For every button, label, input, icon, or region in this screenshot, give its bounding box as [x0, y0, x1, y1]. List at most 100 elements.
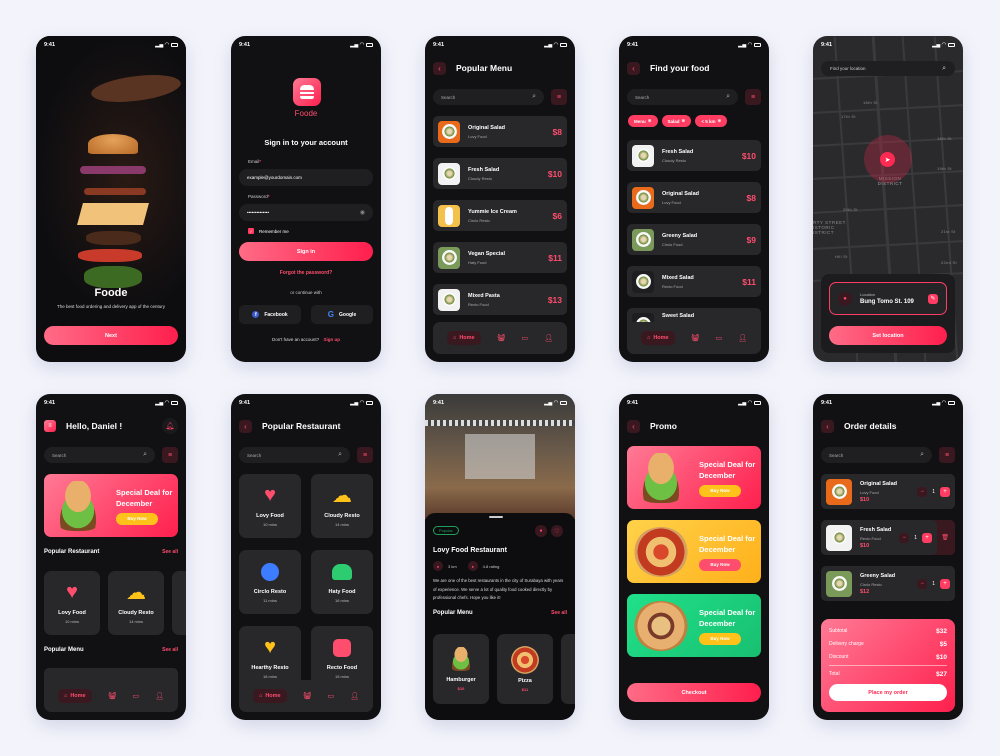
search-input[interactable]: Search ⌕	[239, 447, 350, 463]
google-button[interactable]: G Google	[311, 305, 373, 324]
close-icon[interactable]: ⊗	[648, 118, 652, 124]
see-all-link[interactable]: See all	[551, 610, 567, 616]
order-item[interactable]: Greeny Salad Circlo Resto $12 −1 +	[821, 566, 955, 601]
nav-chat-icon[interactable]: ▭	[132, 692, 139, 700]
restaurant-card-partial[interactable]	[172, 571, 186, 635]
filter-button[interactable]: ≡	[162, 447, 178, 463]
chip-menu[interactable]: Menu ⊗	[628, 115, 658, 127]
food-item[interactable]: Greeny Salad Circlo Food $9	[627, 224, 761, 255]
eye-icon[interactable]: ◉	[360, 209, 365, 216]
back-button[interactable]: ‹	[821, 419, 834, 433]
nav-profile-icon[interactable]: 👤︎	[544, 334, 553, 342]
menu-card[interactable]: Hamburger $10	[433, 634, 489, 704]
nav-basket-icon[interactable]: 🧺︎	[497, 334, 506, 342]
location-icon[interactable]: ●	[535, 525, 547, 537]
food-item[interactable]: Mixed Salad Recto Food $11	[627, 266, 761, 297]
signin-button[interactable]: Sign in	[239, 242, 373, 261]
promo-card[interactable]: Special Deal for December Buy Now	[627, 446, 761, 509]
checkout-button[interactable]: Checkout	[627, 683, 761, 702]
menu-card[interactable]: Pizza $11	[497, 634, 553, 704]
restaurant-card[interactable]: Circlo Resto 11 mins	[239, 550, 301, 614]
next-button[interactable]: Next	[44, 326, 178, 345]
nav-home[interactable]: ⌂ Home	[446, 331, 481, 345]
nav-home[interactable]: ⌂ Home	[252, 689, 287, 703]
menu-item[interactable]: Original Salad Lovy Food $8	[433, 116, 567, 147]
increase-button[interactable]: +	[922, 532, 932, 543]
forgot-password-link[interactable]: Forgot the password?	[231, 270, 381, 276]
notification-bell-icon[interactable]: 🔔︎	[162, 418, 178, 434]
nav-chat-icon[interactable]: ▭	[521, 334, 528, 342]
buy-now-button[interactable]: Buy Now	[699, 484, 741, 497]
nav-basket-icon[interactable]: 🧺︎	[108, 692, 117, 700]
nav-basket-icon[interactable]: 🧺︎	[691, 334, 700, 342]
order-item[interactable]: Fresh Salad Recto Food $10 −1 +	[821, 520, 937, 555]
signup-link[interactable]: Sign up	[323, 337, 340, 342]
restaurant-card[interactable]: ☁ Cloudy Resto 14 mins	[311, 474, 373, 538]
promo-card[interactable]: Special Deal for December Buy Now	[627, 594, 761, 657]
password-field[interactable]: •••••••••••••• ◉	[239, 204, 373, 221]
menu-item[interactable]: Vegan Special Haty Food $11	[433, 242, 567, 273]
chip-salad[interactable]: Salad ⊗	[661, 115, 692, 127]
chip-distance[interactable]: < 5 km ⊗	[695, 115, 728, 127]
nav-profile-icon[interactable]: 👤︎	[155, 692, 164, 700]
nav-chat-icon[interactable]: ▭	[327, 692, 334, 700]
menu-item[interactable]: Yummie Ice Cream Circlo Resto $6	[433, 200, 567, 231]
search-input[interactable]: Search ⌕	[821, 447, 932, 463]
checkbox-icon[interactable]: ✓	[248, 228, 254, 234]
drag-handle[interactable]	[489, 516, 503, 518]
restaurant-card[interactable]: ♥ Lovy Food 10 mins	[239, 474, 301, 538]
nav-profile-icon[interactable]: 👤︎	[350, 692, 359, 700]
edit-icon[interactable]: ✎	[928, 293, 938, 304]
filter-button[interactable]: ≡	[357, 447, 373, 463]
promo-banner[interactable]: Special Deal for December Buy Now	[44, 474, 178, 537]
remember-checkbox[interactable]: ✓ Remember me	[248, 228, 289, 234]
trash-icon[interactable]: 🗑︎	[941, 534, 949, 541]
close-icon[interactable]: ⊗	[717, 118, 721, 124]
filter-button[interactable]: ≡	[551, 89, 567, 105]
food-item[interactable]: Original Salad Lovy Food $8	[627, 182, 761, 213]
buy-now-button[interactable]: Buy Now	[699, 632, 741, 645]
increase-button[interactable]: +	[940, 578, 950, 589]
nav-profile-icon[interactable]: 👤︎	[738, 334, 747, 342]
buy-now-button[interactable]: Buy Now	[116, 512, 158, 525]
nav-basket-icon[interactable]: 🧺︎	[303, 692, 312, 700]
restaurant-card[interactable]: ♥ Lovy Food 10 mins	[44, 571, 100, 635]
nav-home[interactable]: ⌂ Home	[57, 689, 92, 703]
back-button[interactable]: ‹	[239, 419, 252, 433]
restaurant-card[interactable]: Haty Food 16 mins	[311, 550, 373, 614]
back-button[interactable]: ‹	[627, 419, 640, 433]
search-input[interactable]: Search ⌕	[433, 89, 544, 105]
buy-now-button[interactable]: Buy Now	[699, 558, 741, 571]
menu-item[interactable]: Fresh Salad Cloudy Resto $10	[433, 158, 567, 189]
close-icon[interactable]: ⊗	[682, 118, 686, 124]
set-location-button[interactable]: Set location	[829, 326, 947, 345]
location-card[interactable]: ● Location Bung Tomo St. 109 ✎	[829, 282, 947, 315]
back-button[interactable]: ‹	[627, 61, 640, 75]
place-order-button[interactable]: Place my order	[829, 684, 947, 701]
email-field[interactable]: example@yourdomain.com	[239, 169, 373, 186]
bottom-nav: ⌂ Home 🧺︎ ▭ 👤︎	[239, 680, 373, 712]
favorite-icon[interactable]: ♡	[551, 525, 563, 537]
decrease-button[interactable]: −	[917, 578, 928, 589]
back-button[interactable]: ‹	[433, 61, 446, 75]
nav-chat-icon[interactable]: ▭	[715, 334, 722, 342]
restaurant-card[interactable]: ☁ Cloudy Resto 14 mins	[108, 571, 164, 635]
see-all-link[interactable]: See all	[162, 549, 178, 555]
menu-item[interactable]: Mixed Pasta Recto Food $13	[433, 284, 567, 315]
menu-card-partial[interactable]	[561, 634, 575, 704]
filter-button[interactable]: ≡	[745, 89, 761, 105]
increase-button[interactable]: +	[940, 486, 950, 497]
nav-home[interactable]: ⌂ Home	[640, 331, 675, 345]
see-all-link[interactable]: See all	[162, 647, 178, 653]
facebook-button[interactable]: f Facebook	[239, 305, 301, 324]
location-search-input[interactable]: Find your location ⌕	[821, 61, 955, 76]
filter-button[interactable]: ≡	[939, 447, 955, 463]
search-input[interactable]: Search ⌕	[44, 447, 155, 463]
decrease-button[interactable]: −	[899, 532, 910, 543]
promo-card[interactable]: Special Deal for December Buy Now	[627, 520, 761, 583]
order-item[interactable]: Original Salad Lovy Food $10 −1 +	[821, 474, 955, 509]
search-input[interactable]: Search ⌕	[627, 89, 738, 105]
navigation-pin-icon[interactable]: ➤	[880, 152, 895, 167]
decrease-button[interactable]: −	[917, 486, 928, 497]
food-item[interactable]: Fresh Salad Cloudy Resto $10	[627, 140, 761, 171]
